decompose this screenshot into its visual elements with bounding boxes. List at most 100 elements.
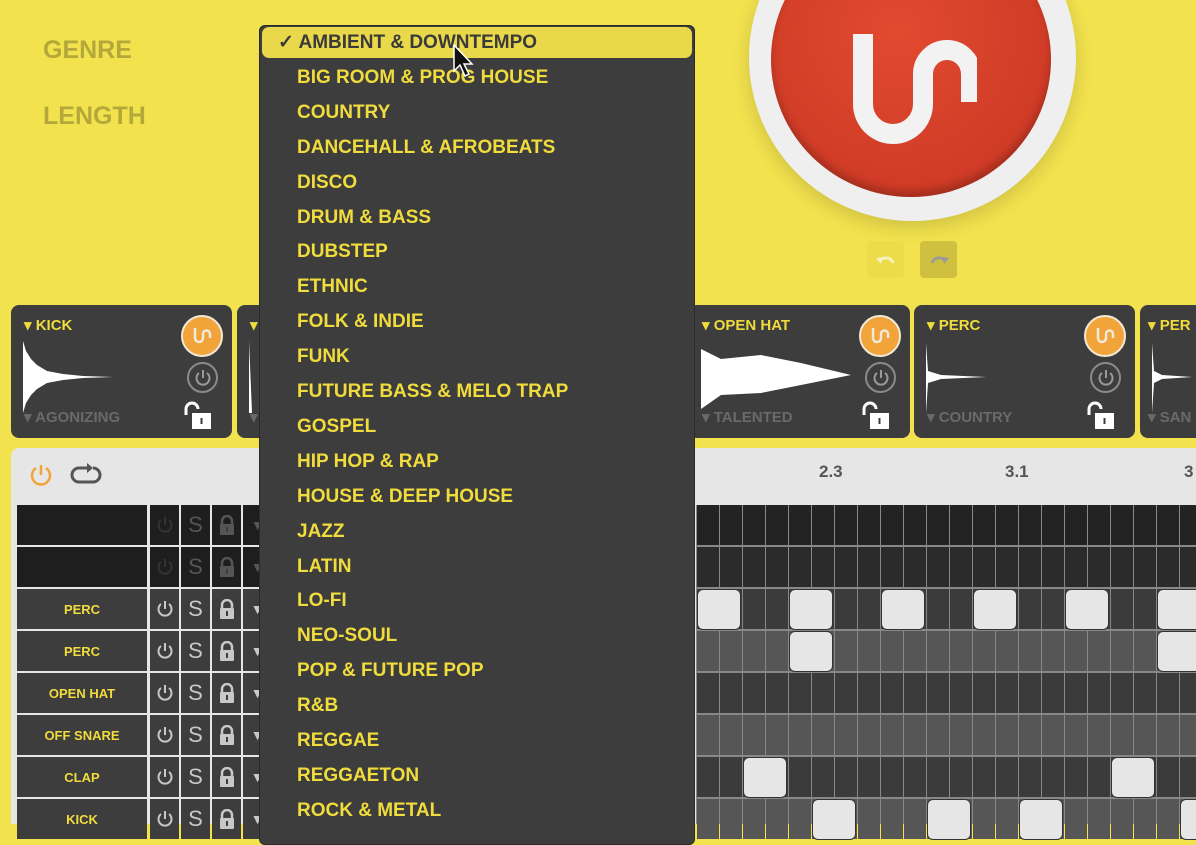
step-cell[interactable] [1065, 799, 1087, 839]
step-cell[interactable] [697, 631, 719, 671]
sample-power-button[interactable] [187, 362, 218, 393]
step-cell[interactable] [1088, 757, 1110, 797]
track-name[interactable] [17, 505, 147, 545]
track-name[interactable]: CLAP [17, 757, 147, 797]
track-mute-button[interactable] [150, 757, 179, 797]
step-cell[interactable] [950, 673, 972, 713]
step-cell[interactable] [1088, 547, 1110, 587]
note-block[interactable] [882, 590, 924, 629]
genre-option[interactable]: HOUSE & DEEP HOUSE [262, 481, 692, 512]
step-cell[interactable] [1180, 505, 1196, 545]
step-cell[interactable] [1134, 589, 1156, 629]
step-cell[interactable] [1042, 505, 1064, 545]
step-cell[interactable] [766, 673, 788, 713]
note-block[interactable] [813, 800, 855, 839]
sample-card[interactable]: ▾ KICK ▾ AGONIZING [11, 305, 232, 438]
step-cell[interactable] [973, 505, 995, 545]
step-cell[interactable] [697, 799, 719, 839]
sample-lock-button[interactable] [860, 401, 892, 436]
step-cell[interactable] [789, 799, 811, 839]
step-cell[interactable] [904, 631, 926, 671]
loop-icon[interactable] [69, 462, 103, 488]
step-cell[interactable] [720, 505, 742, 545]
genre-option[interactable]: FUTURE BASS & MELO TRAP [262, 376, 692, 407]
track-solo-button[interactable]: S [181, 799, 210, 839]
step-cell[interactable] [1065, 757, 1087, 797]
step-cell[interactable] [858, 589, 880, 629]
step-cell[interactable] [1180, 547, 1196, 587]
step-cell[interactable] [1042, 673, 1064, 713]
step-cell[interactable] [858, 673, 880, 713]
track-lock-button[interactable] [212, 589, 241, 629]
step-cell[interactable] [1042, 547, 1064, 587]
track-mute-button[interactable] [150, 799, 179, 839]
step-cell[interactable] [1088, 715, 1110, 755]
step-cell[interactable] [1019, 631, 1041, 671]
sample-type-dropdown[interactable]: ▾ PERC [927, 316, 980, 334]
step-cell[interactable] [720, 631, 742, 671]
note-block[interactable] [1112, 758, 1154, 797]
track-solo-button[interactable]: S [181, 673, 210, 713]
genre-option[interactable]: FUNK [262, 341, 692, 372]
step-cell[interactable] [1042, 589, 1064, 629]
step-cell[interactable] [1111, 547, 1133, 587]
step-cell[interactable] [812, 673, 834, 713]
sample-style-dropdown[interactable]: ▾ COUNTRY [927, 408, 1012, 426]
genre-dropdown-menu[interactable]: ✓ AMBIENT & DOWNTEMPO BIG ROOM & PROG HOU… [259, 25, 695, 845]
step-cell[interactable] [743, 715, 765, 755]
step-cell[interactable] [766, 589, 788, 629]
step-cell[interactable] [996, 715, 1018, 755]
track-name[interactable]: KICK [17, 799, 147, 839]
track-lock-button[interactable] [212, 547, 241, 587]
track-solo-button[interactable]: S [181, 589, 210, 629]
step-cell[interactable] [881, 631, 903, 671]
step-cell[interactable] [743, 547, 765, 587]
track-lock-button[interactable] [212, 505, 241, 545]
step-cell[interactable] [743, 799, 765, 839]
step-cell[interactable] [743, 673, 765, 713]
track-mute-button[interactable] [150, 715, 179, 755]
note-block[interactable] [974, 590, 1016, 629]
step-cell[interactable] [973, 547, 995, 587]
sample-lock-button[interactable] [1085, 401, 1117, 436]
step-cell[interactable] [950, 547, 972, 587]
step-cell[interactable] [789, 673, 811, 713]
step-cell[interactable] [1134, 799, 1156, 839]
step-cell[interactable] [1042, 715, 1064, 755]
genre-option[interactable]: REGGAETON [262, 760, 692, 791]
step-cell[interactable] [1065, 505, 1087, 545]
step-cell[interactable] [973, 673, 995, 713]
step-cell[interactable] [1111, 715, 1133, 755]
step-cell[interactable] [720, 799, 742, 839]
track-lock-button[interactable] [212, 757, 241, 797]
step-cell[interactable] [973, 757, 995, 797]
step-cell[interactable] [927, 673, 949, 713]
genre-option[interactable]: REGGAE [262, 725, 692, 756]
step-cell[interactable] [973, 631, 995, 671]
genre-option[interactable]: DUBSTEP [262, 236, 692, 267]
step-cell[interactable] [1088, 631, 1110, 671]
step-cell[interactable] [697, 715, 719, 755]
sample-card[interactable]: ▾ OPEN HAT ▾ TALENTED [689, 305, 910, 438]
step-cell[interactable] [858, 799, 880, 839]
step-cell[interactable] [927, 505, 949, 545]
step-cell[interactable] [1019, 547, 1041, 587]
step-cell[interactable] [1157, 547, 1179, 587]
track-name[interactable]: OFF SNARE [17, 715, 147, 755]
note-block[interactable] [1020, 800, 1062, 839]
step-cell[interactable] [835, 547, 857, 587]
step-cell[interactable] [835, 505, 857, 545]
genre-option[interactable]: ETHNIC [262, 271, 692, 302]
track-solo-button[interactable]: S [181, 631, 210, 671]
sample-lock-button[interactable] [182, 401, 214, 436]
note-block[interactable] [790, 590, 832, 629]
step-cell[interactable] [950, 505, 972, 545]
track-name[interactable]: PERC [17, 631, 147, 671]
step-cell[interactable] [1019, 505, 1041, 545]
step-cell[interactable] [720, 715, 742, 755]
step-cell[interactable] [812, 715, 834, 755]
note-block[interactable] [744, 758, 786, 797]
step-cell[interactable] [996, 673, 1018, 713]
track-mute-button[interactable] [150, 589, 179, 629]
step-cell[interactable] [1134, 505, 1156, 545]
